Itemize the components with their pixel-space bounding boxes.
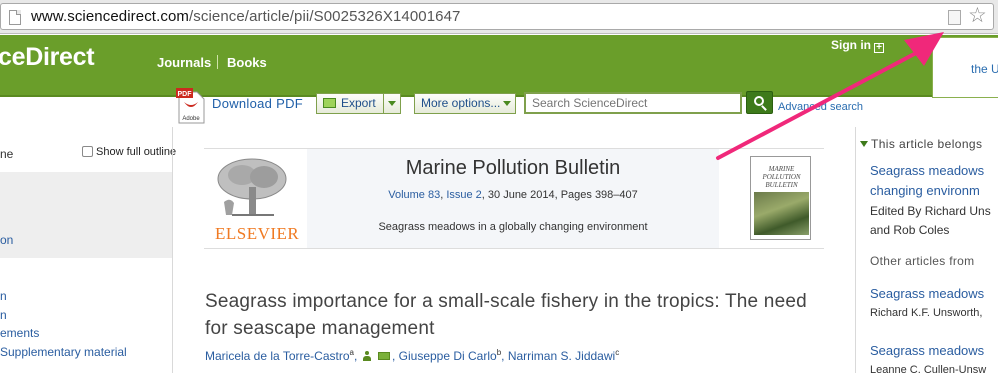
url-path: /science/article/pii/S0025326X14001647: [188, 8, 461, 25]
chevron-down-icon: [388, 101, 396, 106]
outline-item[interactable]: ements: [0, 326, 39, 340]
more-options-label: More options...: [421, 96, 501, 110]
edited-by: Edited By Richard Uns: [870, 204, 991, 218]
journal-title-link[interactable]: Marine Pollution Bulletin: [307, 157, 719, 180]
belongs-to-heading[interactable]: This article belongs: [860, 137, 982, 151]
outline-label: ne: [0, 147, 14, 161]
plus-icon: +: [874, 43, 884, 53]
outline-item[interactable]: n: [0, 289, 7, 303]
author-name[interactable]: Maricela de la Torre-Castro: [205, 349, 350, 363]
article-title: Seagrass importance for a small-scale fi…: [205, 291, 807, 339]
outline-item[interactable]: n: [0, 308, 7, 322]
url-text[interactable]: www.sciencedirect.com/science/article/pi…: [31, 8, 460, 25]
more-options-button[interactable]: More options...: [414, 93, 516, 114]
expand-triangle-icon: [860, 141, 868, 147]
issue-date-pages: , 30 June 2014, Pages 398–407: [481, 189, 638, 201]
other-articles-heading: Other articles from: [870, 254, 975, 268]
search-box: [524, 92, 742, 114]
checkbox[interactable]: [82, 146, 93, 157]
author-name[interactable]: Giuseppe Di Carlo: [399, 349, 497, 363]
search-button[interactable]: [746, 91, 773, 114]
page-icon: [9, 10, 21, 25]
special-issue-title: Seagrass meadows in a globally changing …: [378, 221, 648, 233]
issue-link[interactable]: Issue 2: [446, 189, 481, 201]
divider: [172, 127, 173, 373]
related-article-link[interactable]: Seagrass meadows: [870, 286, 984, 301]
outline-highlight: [0, 172, 172, 258]
show-full-outline-label: Show full outline: [96, 146, 177, 158]
sciencedirect-logo[interactable]: ceDirect: [0, 43, 95, 72]
divider: [855, 127, 856, 373]
export-icon: [323, 98, 336, 108]
belongs-to-label: This article belongs: [871, 137, 983, 151]
export-dropdown[interactable]: [383, 94, 400, 113]
pdf-icon-label: PDF: [178, 91, 193, 98]
nav-separator: [217, 55, 218, 69]
related-article-author: Leanne C. Cullen-Unsw: [870, 364, 987, 376]
special-issue-link[interactable]: changing environm: [870, 183, 980, 198]
author-list: Maricela de la Torre-Castroa, , Giuseppe…: [205, 348, 620, 363]
nav-journals-link[interactable]: Journals: [157, 55, 211, 70]
reader-mode-icon[interactable]: [948, 10, 961, 25]
volume-link[interactable]: Volume 83: [388, 189, 440, 201]
elsevier-tree-logo[interactable]: [212, 157, 292, 219]
institution-link[interactable]: the U: [971, 62, 998, 76]
elsevier-wordmark[interactable]: ELSEVIER: [215, 224, 299, 244]
adobe-label: Adobe: [182, 116, 200, 122]
pdf-icon[interactable]: PDF Adobe: [176, 88, 206, 124]
advanced-search-link[interactable]: Advanced search: [778, 101, 863, 113]
bookmark-star-icon[interactable]: ☆: [968, 5, 987, 27]
author-name[interactable]: Narriman S. Jiddawi: [508, 349, 615, 363]
edited-by: and Rob Coles: [870, 223, 950, 237]
special-issue-link[interactable]: Seagrass meadows: [870, 163, 984, 178]
affiliation-sup[interactable]: c: [615, 348, 619, 357]
affiliation-sup[interactable]: a: [350, 348, 354, 357]
journal-volume-line: Volume 83, Issue 2, 30 June 2014, Pages …: [388, 189, 638, 201]
site-header: ceDirect Journals Books Sign in +: [0, 35, 998, 97]
person-icon[interactable]: [362, 351, 371, 361]
show-full-outline-checkbox[interactable]: Show full outline: [82, 146, 176, 158]
institution-box: the U: [932, 37, 998, 98]
search-input[interactable]: [526, 94, 740, 112]
sign-in-label: Sign in: [831, 38, 871, 52]
outline-item[interactable]: on: [0, 233, 13, 247]
nav-books-link[interactable]: Books: [227, 55, 267, 70]
journal-header: ELSEVIER Marine Pollution Bulletin Volum…: [204, 148, 824, 249]
outline-item-supplementary[interactable]: Supplementary material: [0, 345, 127, 359]
mail-icon[interactable]: [377, 352, 390, 360]
chevron-down-icon: [503, 101, 511, 106]
sign-in-link[interactable]: Sign in +: [831, 38, 884, 53]
journal-cover-image[interactable]: MARINE POLLUTION BULLETIN: [750, 156, 811, 240]
affiliation-sup[interactable]: b: [497, 348, 501, 357]
export-label: Export: [341, 96, 376, 110]
cover-photo: [754, 192, 809, 235]
download-pdf-link[interactable]: Download PDF: [212, 96, 303, 111]
export-button[interactable]: Export: [316, 93, 401, 114]
url-field[interactable]: www.sciencedirect.com/science/article/pi…: [0, 3, 994, 30]
related-article-link[interactable]: Seagrass meadows: [870, 343, 984, 358]
browser-address-bar: www.sciencedirect.com/science/article/pi…: [0, 0, 998, 34]
related-article-author: Richard K.F. Unsworth,: [870, 307, 983, 319]
journal-info: Marine Pollution Bulletin Volume 83, Iss…: [307, 149, 719, 248]
cover-title: MARINE POLLUTION BULLETIN: [762, 165, 801, 189]
url-host: www.sciencedirect.com: [31, 8, 189, 25]
